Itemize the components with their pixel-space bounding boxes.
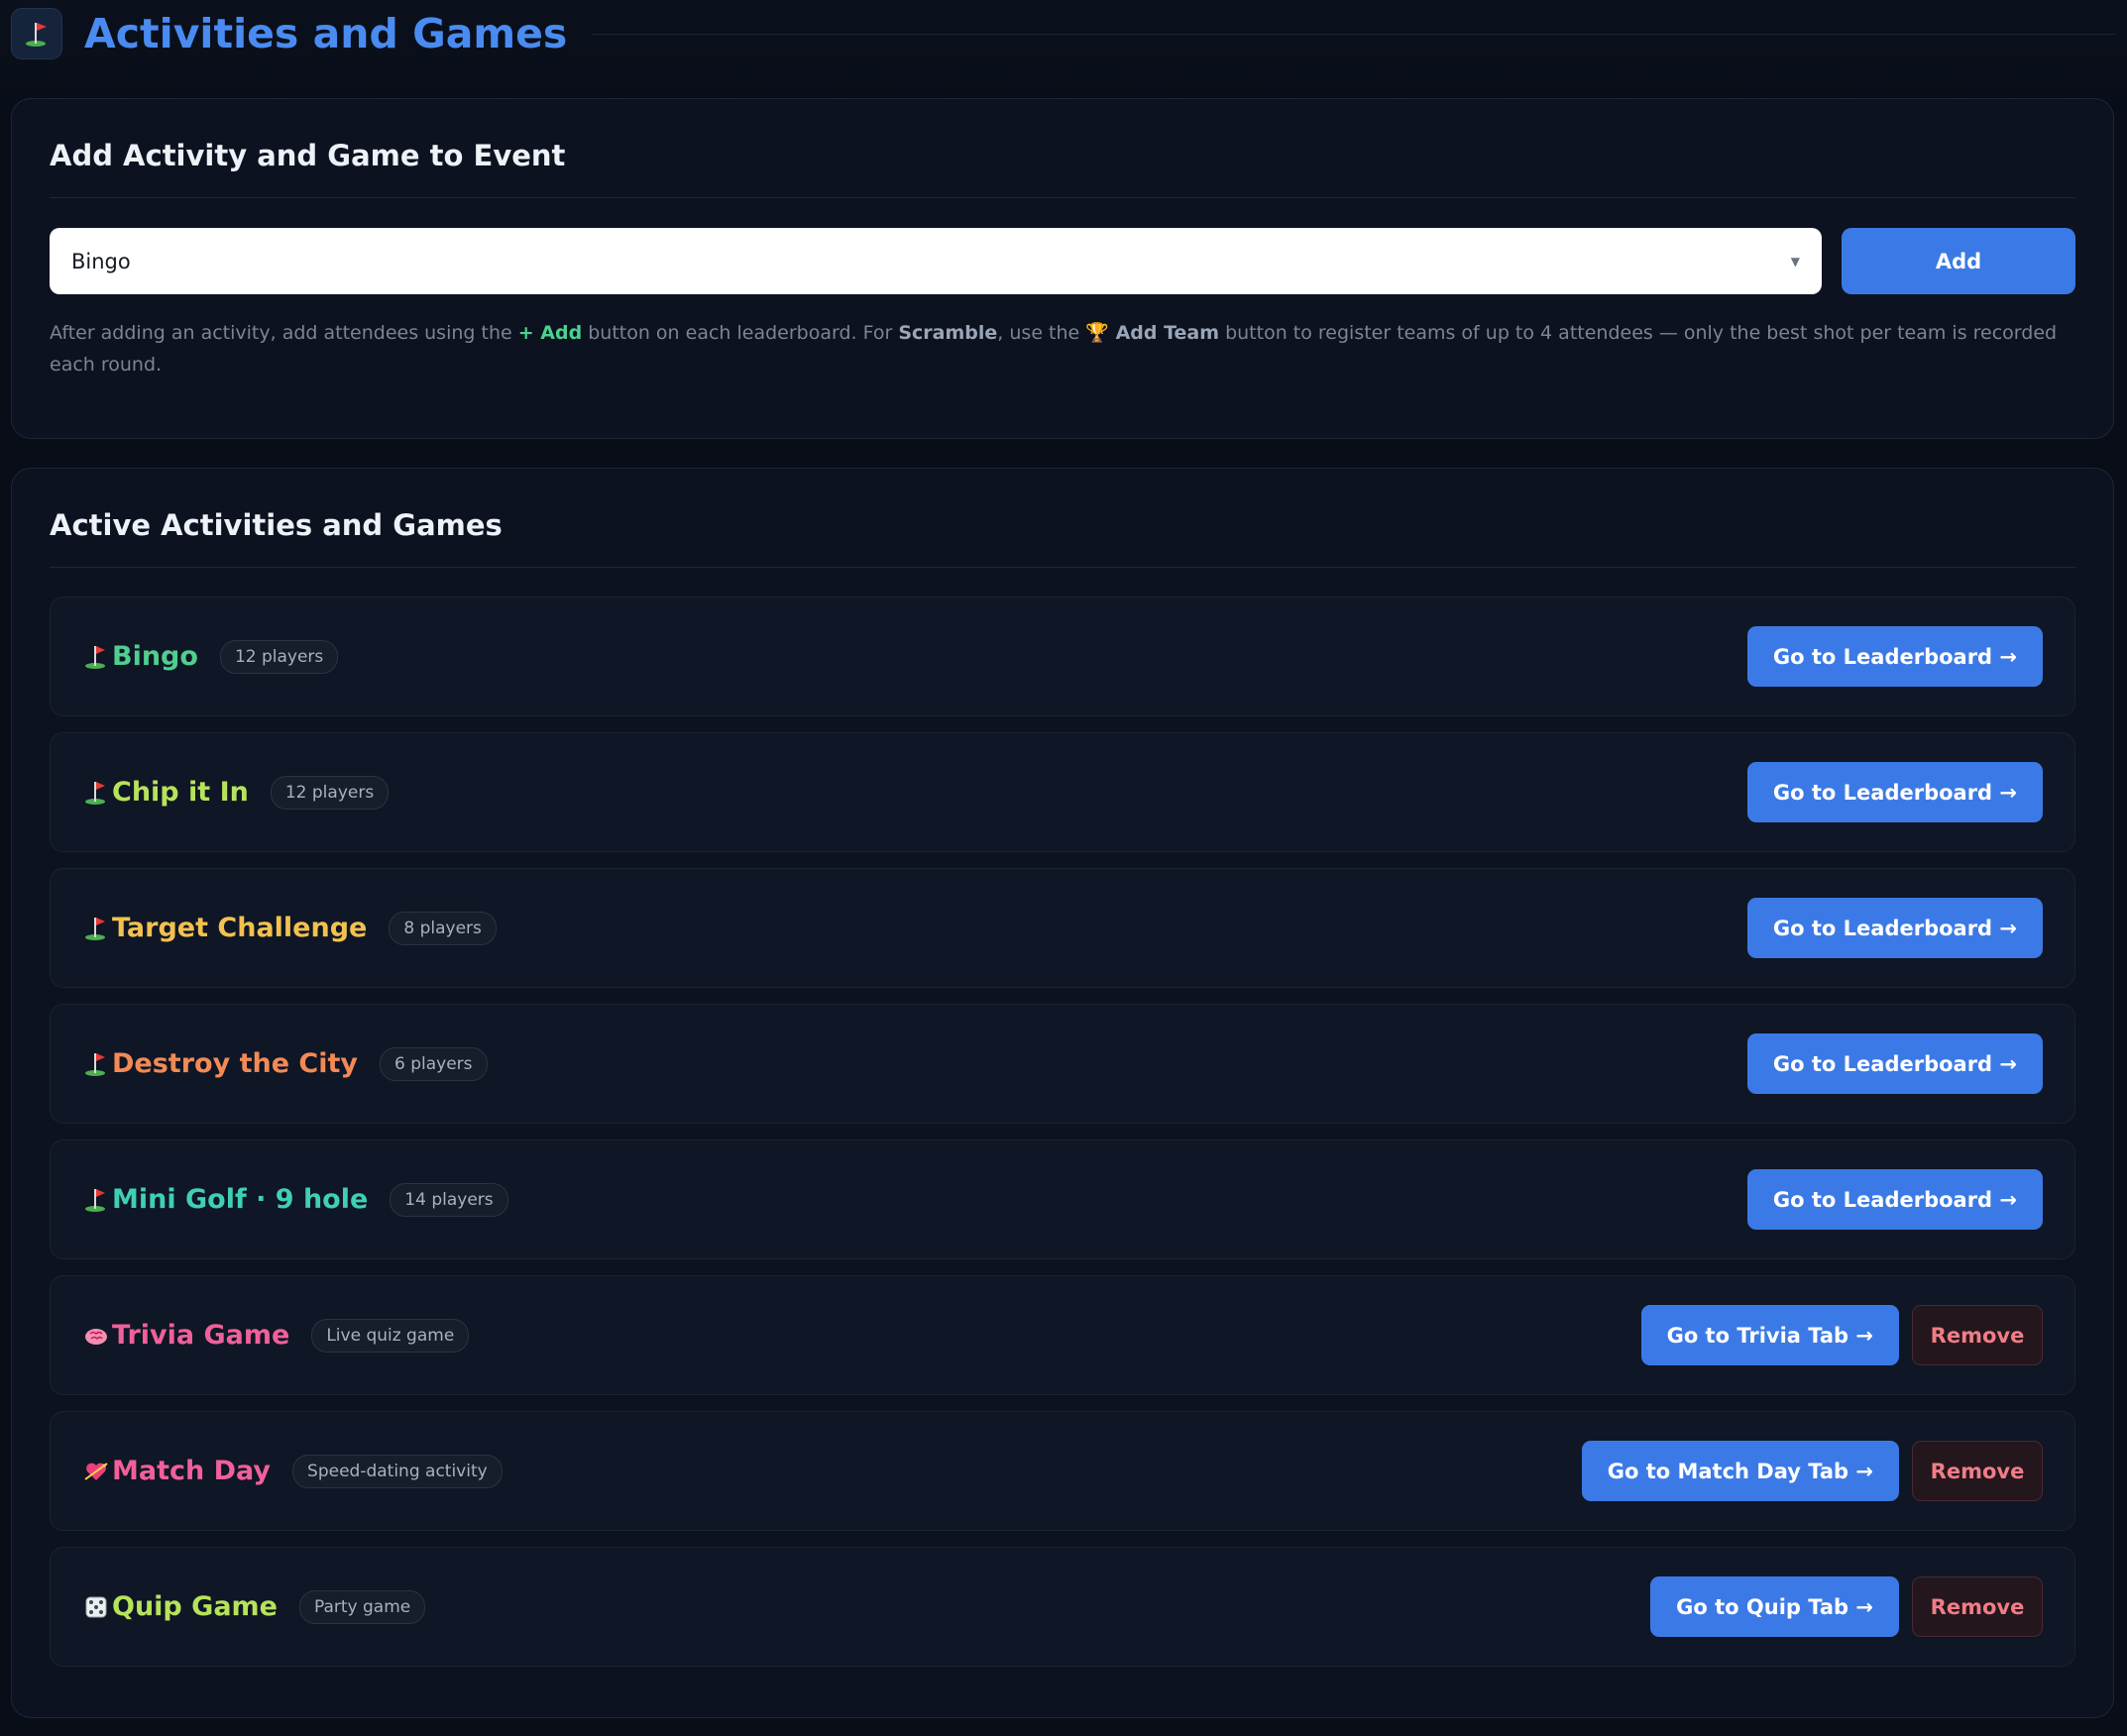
go-to-activity-button[interactable]: Go to Leaderboard → [1746,762,2043,822]
activity-badge: 8 players [389,911,497,945]
go-to-activity-button[interactable]: Go to Leaderboard → [1746,1169,2043,1230]
go-to-activity-button[interactable]: Go to Trivia Tab → [1640,1305,1899,1365]
activity-name: Match Day [112,1456,272,1486]
remove-activity-button[interactable]: Remove [1912,1576,2043,1637]
activity-row: Chip it In 12 players Go to Leaderboard → [50,732,2075,852]
help-add-team-hint: Add Team [1108,322,1220,344]
activity-row: Destroy the City 6 players Go to Leaderboa… [50,1004,2075,1124]
chevron-down-icon: ▼ [1790,254,1800,269]
trophy-icon: 🏆 [1085,322,1109,344]
add-activity-divider [50,197,2075,198]
activity-badge: 12 players [270,775,390,810]
add-activity-button[interactable]: Add [1842,228,2075,294]
activity-name: Quip Game [112,1591,278,1622]
activity-name: Trivia Game [112,1320,290,1351]
remove-activity-button[interactable]: Remove [1912,1441,2043,1501]
activity-name: Destroy the City [112,1048,358,1079]
golf-flag-icon [82,1185,110,1215]
help-add-hint: + Add [517,322,583,344]
dice-icon [82,1592,110,1622]
brain-icon [82,1321,110,1351]
golf-flag-icon [11,8,62,59]
go-to-activity-button[interactable]: Go to Leaderboard → [1746,1033,2043,1094]
header-divider [593,33,2116,35]
golf-flag-icon [82,1049,110,1079]
activity-row: Mini Golf · 9 hole 14 players Go to Leader… [50,1139,2075,1259]
activity-list: Bingo 12 players Go to Leaderboard → Chip i… [50,597,2075,1682]
active-activities-divider [50,567,2075,568]
go-to-activity-button[interactable]: Go to Leaderboard → [1746,898,2043,958]
activity-badge: Speed-dating activity [292,1454,503,1488]
activity-row: Match Day Speed-dating activity Go to Matc… [50,1411,2075,1531]
help-text-part: After adding an activity, add attendees … [50,322,518,344]
help-scramble-hint: Scramble [898,322,998,344]
add-activity-panel: Add Activity and Game to Event Bingo ▼ A… [11,98,2114,439]
golf-flag-icon [82,642,110,672]
golf-flag-icon [82,778,110,808]
go-to-activity-button[interactable]: Go to Leaderboard → [1746,626,2043,687]
activity-name: Chip it In [112,777,249,808]
active-activities-heading: Active Activities and Games [50,508,503,542]
golf-flag-icon [82,914,110,943]
activity-badge: Live quiz game [311,1318,470,1353]
activity-select-value: Bingo [71,249,131,273]
activity-name: Bingo [112,641,198,672]
activity-name: Target Challenge [112,913,368,943]
activity-badge: 14 players [390,1182,508,1217]
go-to-activity-button[interactable]: Go to Quip Tab → [1650,1576,1899,1637]
go-to-activity-button[interactable]: Go to Match Day Tab → [1581,1441,1899,1501]
heart-arrow-icon [82,1457,110,1486]
help-text-part: button on each leaderboard. For [582,322,899,344]
activity-badge: 6 players [379,1046,488,1081]
help-text-part: , use the [997,322,1086,344]
add-activity-help: After adding an activity, add attendees … [50,317,2081,380]
activity-name: Mini Golf · 9 hole [112,1184,369,1215]
active-activities-panel: Active Activities and Games Bingo 12 play… [11,468,2114,1718]
add-activity-heading: Add Activity and Game to Event [50,139,566,172]
activity-select[interactable]: Bingo ▼ [50,228,1822,294]
remove-activity-button[interactable]: Remove [1912,1305,2043,1365]
activity-row: Quip Game Party game Go to Quip Tab → Remov… [50,1547,2075,1667]
page-header: Activities and Games [11,0,2116,67]
activity-row: Target Challenge 8 players Go to Leaderboa… [50,868,2075,988]
activity-row: Trivia Game Live quiz game Go to Trivia Ta… [50,1275,2075,1395]
page-title: Activities and Games [84,10,568,57]
activity-row: Bingo 12 players Go to Leaderboard → [50,597,2075,716]
activity-badge: Party game [298,1589,426,1624]
activity-badge: 12 players [219,639,339,674]
